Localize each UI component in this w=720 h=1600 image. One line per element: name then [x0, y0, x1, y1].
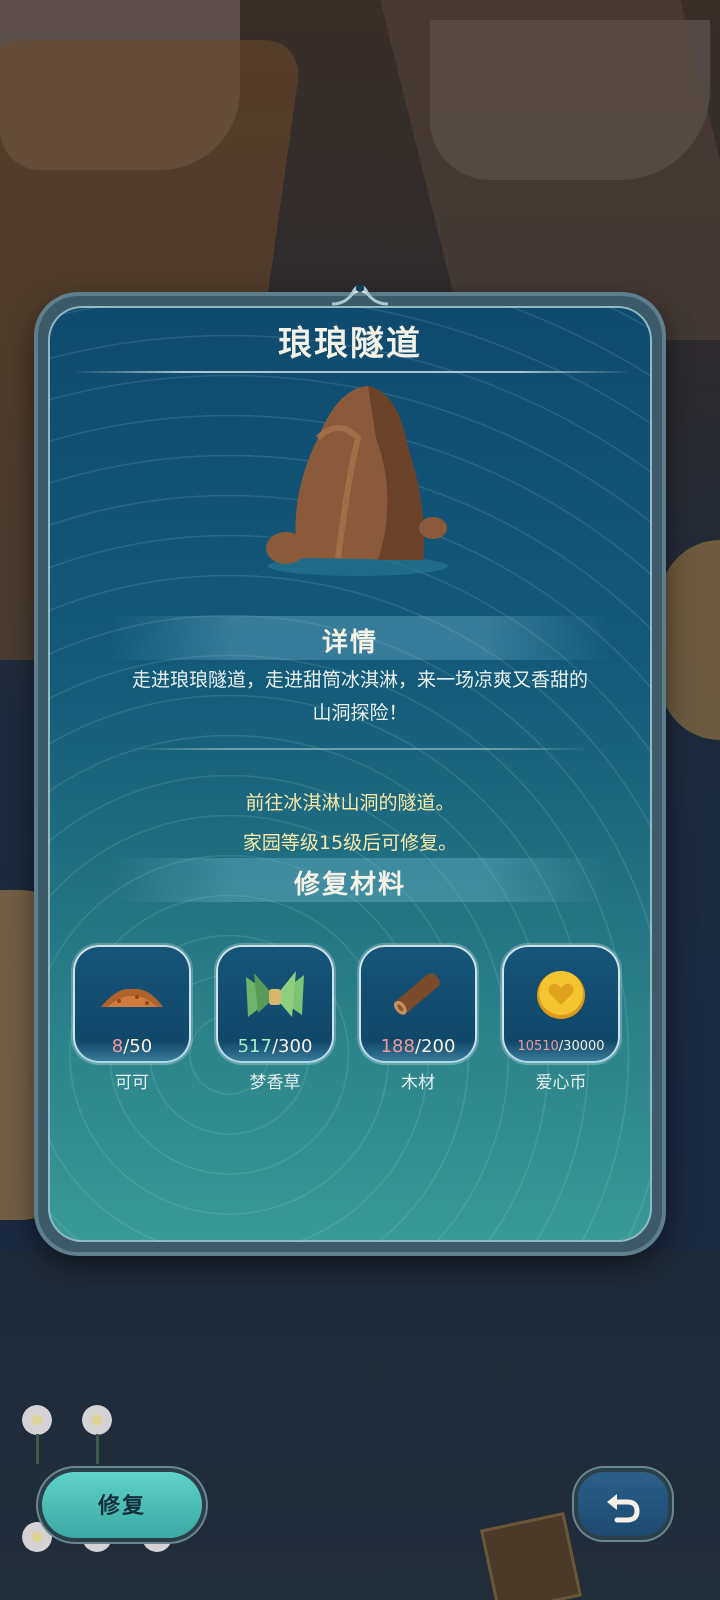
- material-name: 爱心币: [535, 1073, 587, 1093]
- flower-icon: [82, 1405, 112, 1435]
- back-arrow-icon: [607, 1494, 640, 1523]
- material-card-grass[interactable]: 517/300: [216, 945, 334, 1063]
- description-line: 山洞探险！: [312, 702, 408, 724]
- info-line: 前往冰淇淋山洞的隧道。: [245, 792, 455, 814]
- material-card-heart-coin[interactable]: 10510/30000: [502, 945, 620, 1063]
- material-card-cocoa[interactable]: 8/50: [73, 945, 191, 1063]
- panel-crest-icon: [331, 284, 389, 306]
- panel-title: 琅琅隧道: [278, 324, 422, 364]
- material-card-wood[interactable]: 188/200: [359, 945, 477, 1063]
- flower-icon: [22, 1405, 52, 1435]
- description-line: 走进琅琅隧道，走进甜筒冰淇淋，来一场凉爽又香甜的: [131, 669, 588, 691]
- cookie-decoration: [660, 540, 720, 740]
- back-button[interactable]: [578, 1472, 668, 1536]
- heart-coin-icon: [537, 971, 585, 1019]
- flower-icon: [22, 1522, 52, 1552]
- rock-icon: [266, 386, 448, 576]
- repair-button[interactable]: 修复: [42, 1472, 202, 1538]
- material-count: 10510/30000: [517, 1039, 605, 1054]
- repair-button-label: 修复: [97, 1494, 146, 1519]
- material-count: 188/200: [380, 1036, 456, 1057]
- info-line: 家园等级15级后可修复。: [242, 832, 458, 854]
- details-heading: 详情: [321, 628, 378, 658]
- title-divider: [72, 371, 632, 373]
- material-name: 可可: [115, 1073, 149, 1093]
- details-divider: [132, 748, 588, 750]
- details-description: 走进琅琅隧道，走进甜筒冰淇淋，来一场凉爽又香甜的 山洞探险！: [90, 664, 630, 730]
- material-name: 木材: [401, 1073, 435, 1093]
- material-name: 梦香草: [249, 1073, 301, 1093]
- flower-stem: [96, 1434, 99, 1464]
- wood-log-icon: [393, 973, 440, 1015]
- material-count: 517/300: [237, 1036, 313, 1057]
- ice-cream-cone: [375, 0, 720, 340]
- flower-stem: [36, 1434, 39, 1464]
- grass-bundle-icon: [246, 971, 304, 1017]
- material-count: 8/50: [111, 1036, 153, 1057]
- materials-heading: 修复材料: [293, 870, 406, 900]
- cocoa-icon: [101, 988, 163, 1007]
